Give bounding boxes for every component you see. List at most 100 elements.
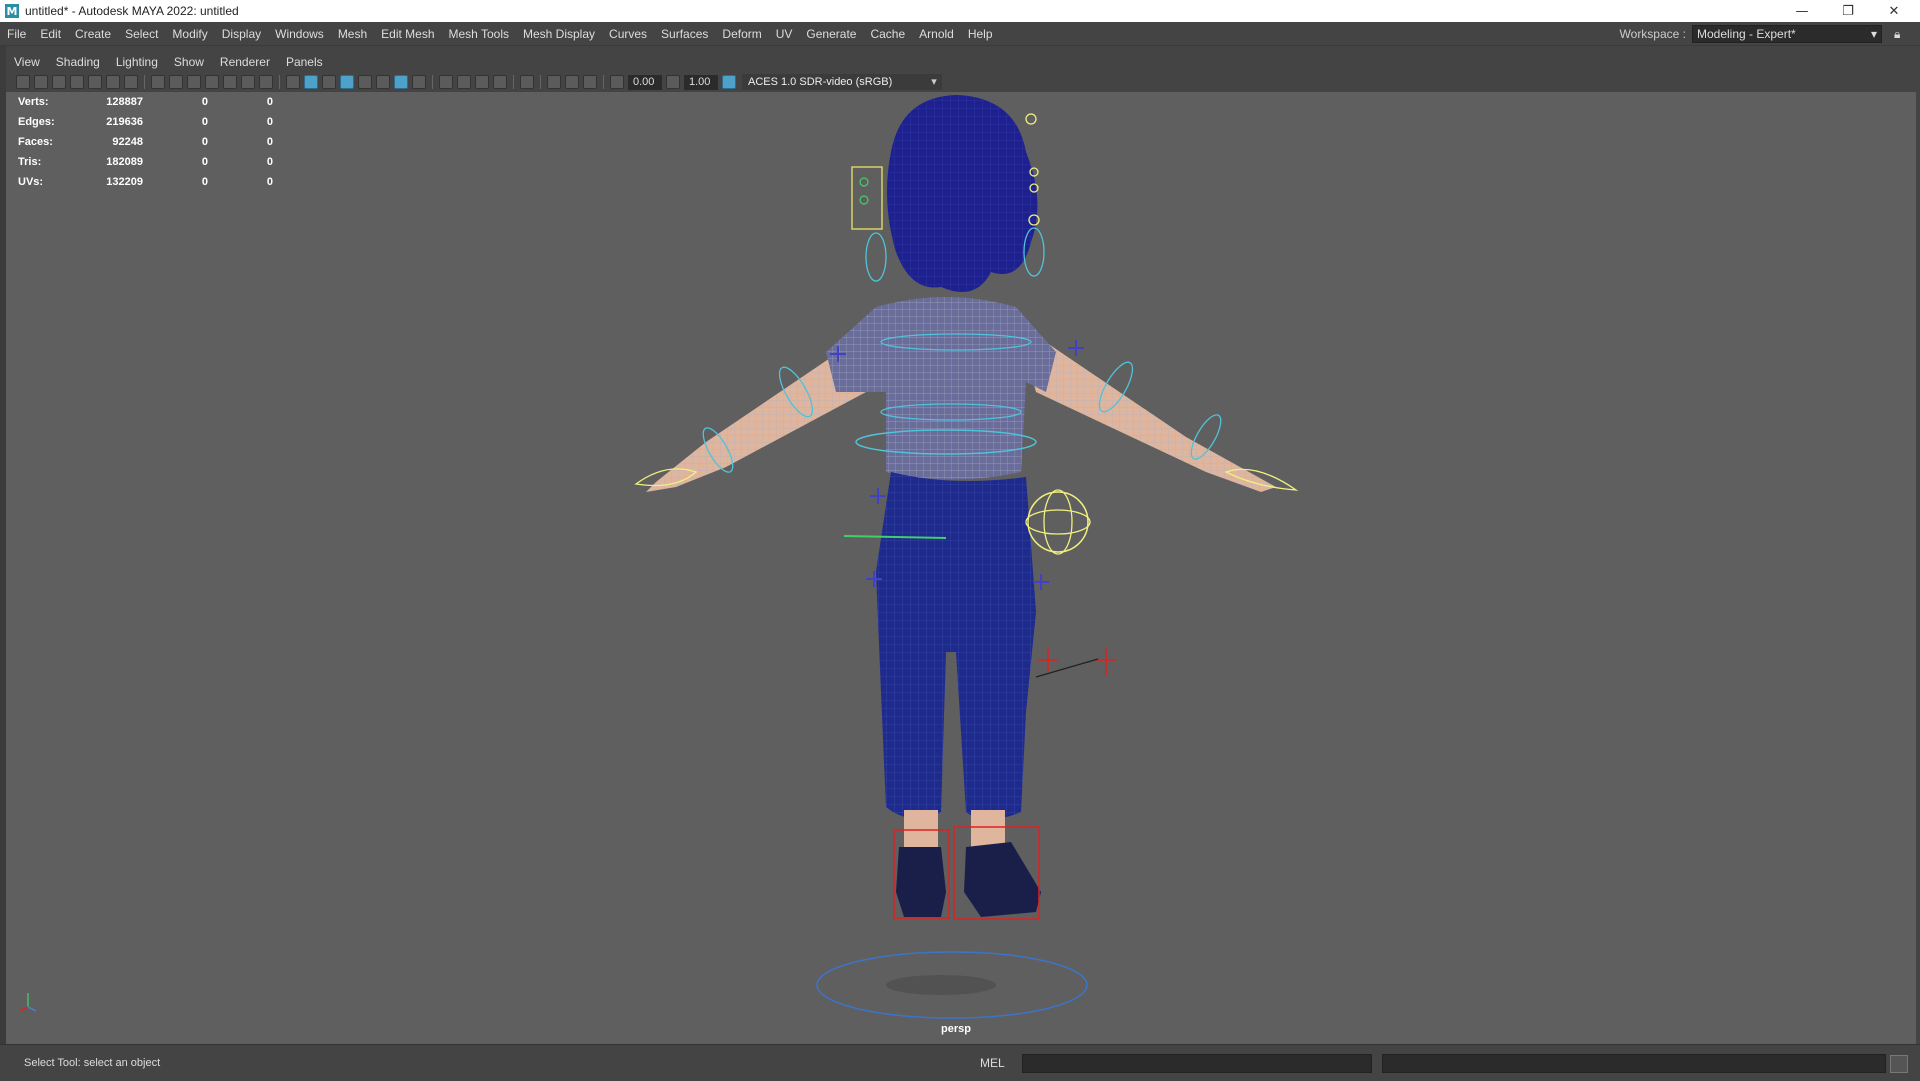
frame-all-icon[interactable]	[583, 75, 597, 89]
hair-wire	[887, 95, 1038, 292]
two-d-pan-zoom-icon[interactable]	[106, 75, 120, 89]
textured-icon[interactable]	[358, 75, 372, 89]
gamma-field[interactable]: 1.00	[684, 74, 718, 90]
resolution-gate-icon[interactable]	[187, 75, 201, 89]
menu-file[interactable]: File	[0, 22, 33, 46]
restore-button[interactable]: ❐	[1826, 0, 1870, 22]
camera-attributes-icon[interactable]	[52, 75, 66, 89]
menu-mesh-tools[interactable]: Mesh Tools	[442, 22, 516, 46]
minimize-button[interactable]: —	[1780, 0, 1824, 22]
toolbar-separator	[144, 75, 145, 89]
screen-space-ao-icon[interactable]	[439, 75, 453, 89]
help-line: Select Tool: select an object	[24, 1057, 161, 1069]
wireframe-on-shaded-icon[interactable]	[340, 75, 354, 89]
isolate-select-icon[interactable]	[520, 75, 534, 89]
select-camera-icon[interactable]	[16, 75, 30, 89]
left-shoulder-control	[865, 232, 887, 282]
root-control-ring	[1025, 509, 1091, 535]
status-bar: Select Tool: select an object MEL	[0, 1044, 1920, 1080]
workspace-value: Modeling - Expert*	[1697, 27, 1796, 41]
menu-curves[interactable]: Curves	[602, 22, 654, 46]
safe-action-icon[interactable]	[241, 75, 255, 89]
depth-of-field-icon[interactable]	[493, 75, 507, 89]
use-all-lights-icon[interactable]	[376, 75, 390, 89]
panel-menu-bar: View Shading Lighting Show Renderer Pane…	[6, 52, 1916, 72]
toolbar-separator	[603, 75, 604, 89]
toolbar-separator	[432, 75, 433, 89]
scene-drawing	[634, 95, 1299, 1019]
menu-windows[interactable]: Windows	[268, 22, 331, 46]
view-axis-gizmo	[19, 993, 37, 1012]
command-result-field	[1382, 1054, 1886, 1073]
default-material-icon[interactable]	[322, 75, 336, 89]
shirt-wire	[826, 297, 1056, 480]
camera-name-label: persp	[941, 1023, 971, 1035]
workspace-selector: Workspace : Modeling - Expert* ▾ 🔒︎	[1620, 22, 1906, 46]
script-editor-icon[interactable]	[1890, 1055, 1908, 1073]
viewport-persp[interactable]: Verts: 128887 0 0 Edges: 219636 0 0 Face…	[6, 92, 1916, 1044]
menu-select[interactable]: Select	[118, 22, 165, 46]
field-chart-icon[interactable]	[223, 75, 237, 89]
menu-cache[interactable]: Cache	[863, 22, 912, 46]
menu-edit[interactable]: Edit	[33, 22, 68, 46]
ui-display-icon[interactable]	[565, 75, 579, 89]
panel-menu-panels[interactable]: Panels	[278, 55, 331, 69]
color-management-icon[interactable]	[722, 75, 736, 89]
ground-grid-shadow	[886, 975, 996, 995]
pole-vector-line	[1035, 658, 1099, 678]
menu-surfaces[interactable]: Surfaces	[654, 22, 715, 46]
command-line-input[interactable]	[1022, 1054, 1372, 1073]
panel-toolbar: 0.00 1.00 ACES 1.0 SDR-video (sRGB) ▾	[6, 72, 1916, 92]
panel-menu-show[interactable]: Show	[166, 55, 212, 69]
workspace-label: Workspace :	[1619, 27, 1686, 41]
menu-help[interactable]: Help	[961, 22, 1000, 46]
menu-generate[interactable]: Generate	[799, 22, 863, 46]
xray-joints-icon[interactable]	[412, 75, 426, 89]
view-transform-dropdown[interactable]: ACES 1.0 SDR-video (sRGB) ▾	[742, 74, 942, 90]
film-gate-icon[interactable]	[169, 75, 183, 89]
workspace-dropdown[interactable]: Modeling - Expert* ▾	[1692, 25, 1882, 43]
grid-icon[interactable]	[151, 75, 165, 89]
panel-menu-view[interactable]: View	[6, 55, 48, 69]
toolbar-separator	[279, 75, 280, 89]
menu-uv[interactable]: UV	[769, 22, 800, 46]
panel-menu-lighting[interactable]: Lighting	[108, 55, 166, 69]
menu-create[interactable]: Create	[68, 22, 118, 46]
smooth-shade-icon[interactable]	[304, 75, 318, 89]
toolbar-separator	[540, 75, 541, 89]
lock-icon[interactable]: 🔒︎	[1894, 27, 1906, 41]
head-control	[1025, 113, 1037, 125]
right-shoe	[964, 842, 1041, 917]
close-button[interactable]: ✕	[1872, 0, 1916, 22]
view-transform-value: ACES 1.0 SDR-video (sRGB)	[748, 76, 893, 88]
menu-mesh[interactable]: Mesh	[331, 22, 374, 46]
toolbar-separator	[513, 75, 514, 89]
panel-menu-renderer[interactable]: Renderer	[212, 55, 278, 69]
anti-aliasing-icon[interactable]	[475, 75, 489, 89]
motion-blur-icon[interactable]	[457, 75, 471, 89]
panel-menu-shading[interactable]: Shading	[48, 55, 108, 69]
xray-active-components-icon[interactable]	[547, 75, 561, 89]
menu-mesh-display[interactable]: Mesh Display	[516, 22, 602, 46]
menu-arnold[interactable]: Arnold	[912, 22, 961, 46]
menu-deform[interactable]: Deform	[715, 22, 768, 46]
exposure-icon[interactable]	[610, 75, 624, 89]
grease-pencil-icon[interactable]	[124, 75, 138, 89]
menu-edit-mesh[interactable]: Edit Mesh	[374, 22, 441, 46]
root-control	[1027, 491, 1089, 553]
gate-mask-icon[interactable]	[205, 75, 219, 89]
bookmark-icon[interactable]	[70, 75, 84, 89]
gamma-icon[interactable]	[666, 75, 680, 89]
exposure-field[interactable]: 0.00	[628, 74, 662, 90]
lock-camera-icon[interactable]	[34, 75, 48, 89]
wireframe-icon[interactable]	[286, 75, 300, 89]
xray-icon[interactable]	[394, 75, 408, 89]
menu-display[interactable]: Display	[215, 22, 268, 46]
image-plane-icon[interactable]	[88, 75, 102, 89]
chevron-down-icon: ▾	[1870, 27, 1877, 41]
safe-title-icon[interactable]	[259, 75, 273, 89]
mel-label[interactable]: MEL	[980, 1045, 1005, 1081]
menu-modify[interactable]: Modify	[165, 22, 214, 46]
right-arm-wire	[1016, 322, 1276, 492]
chevron-down-icon: ▾	[931, 76, 937, 88]
